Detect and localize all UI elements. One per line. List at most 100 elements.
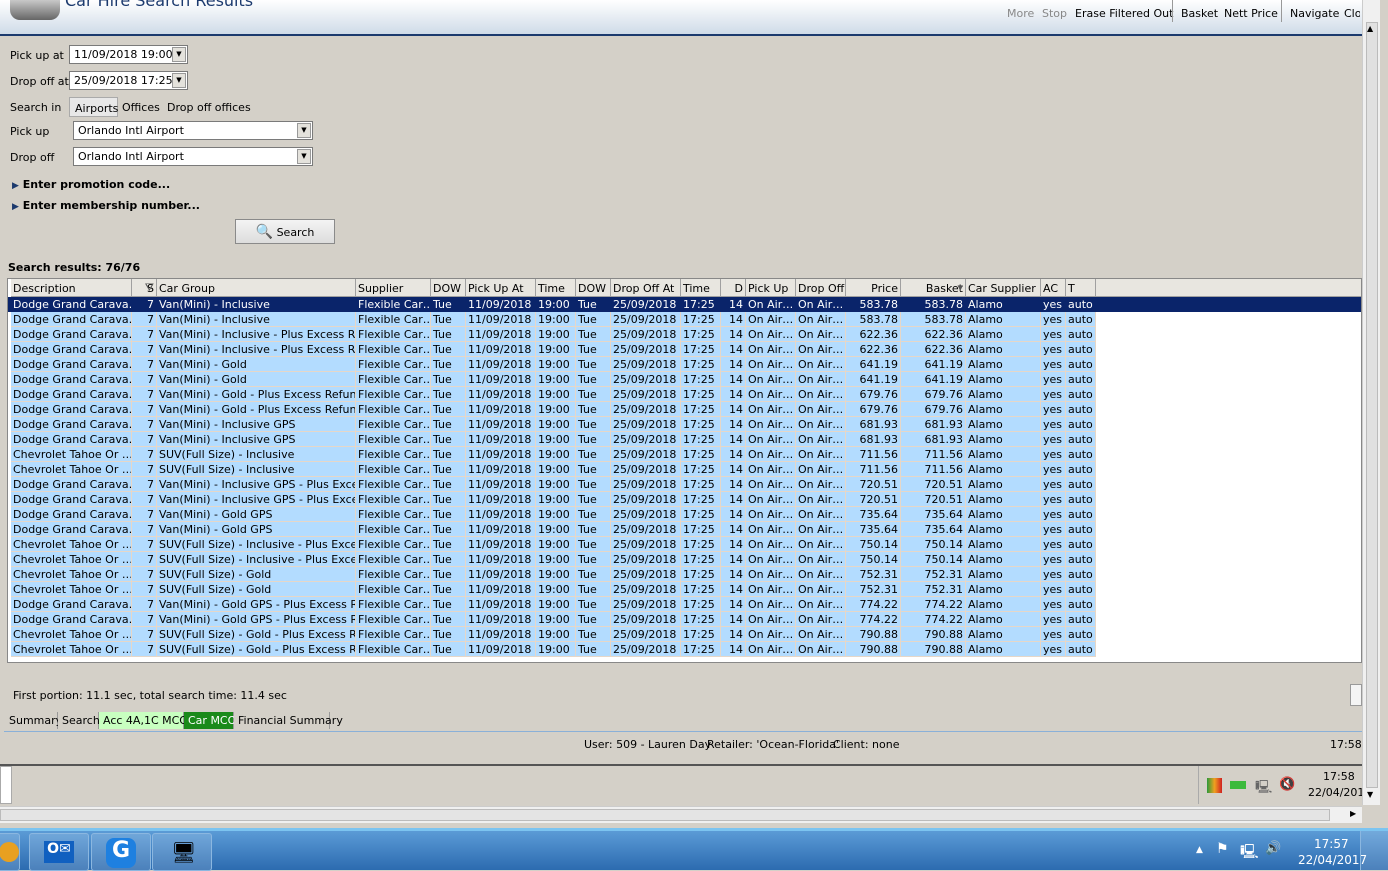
table-row[interactable]: Dodge Grand Carava… 7 Van(Mini) - Gold - P… — [8, 387, 1096, 402]
table-row[interactable]: Chevrolet Tahoe Or … 7 SUV(Full Size) - Go… — [8, 567, 1096, 582]
table-row[interactable]: Dodge Grand Carava… 7 Van(Mini) - Gold Flex… — [8, 372, 1096, 387]
show-hidden-icons[interactable]: ▲ — [1196, 845, 1203, 855]
column-header-ac[interactable]: AC — [1041, 279, 1066, 297]
arrow-up-icon[interactable]: ▲ — [1367, 24, 1373, 33]
table-row[interactable]: Dodge Grand Carava… 7 Van(Mini) - Gold - P… — [8, 402, 1096, 417]
table-row[interactable]: Dodge Grand Carava… 7 Van(Mini) - Gold GPS… — [8, 597, 1096, 612]
column-header-pickup-location[interactable]: Pick Up — [746, 279, 796, 297]
cell-description: Dodge Grand Carava… — [11, 342, 132, 357]
column-header-dropoff-dow[interactable]: DOW — [576, 279, 611, 297]
cell-ac: yes — [1041, 417, 1066, 432]
cell-car-group: Van(Mini) - Gold GPS — [157, 522, 356, 537]
table-row[interactable]: Dodge Grand Carava… 7 Van(Mini) - Inclusiv… — [8, 327, 1096, 342]
show-desktop-button[interactable] — [1360, 831, 1388, 870]
pickup-at-field[interactable]: 11/09/2018 19:00 ▼ — [69, 45, 188, 64]
horizontal-scrollbar[interactable]: ▶ — [0, 806, 1362, 823]
search-button[interactable]: 🔍 Search — [235, 219, 335, 244]
table-row[interactable]: Dodge Grand Carava… 7 Van(Mini) - Inclusiv… — [8, 432, 1096, 447]
taskbar-app[interactable]: G — [91, 833, 151, 871]
chevron-down-icon[interactable]: ▼ — [172, 73, 186, 88]
table-row[interactable]: Chevrolet Tahoe Or … 7 SUV(Full Size) - In… — [8, 552, 1096, 567]
erase-filtered-out-button[interactable]: Erase Filtered Out — [1075, 7, 1173, 20]
column-header-price[interactable]: Price — [846, 279, 901, 297]
table-row[interactable]: Dodge Grand Carava… 7 Van(Mini) - Gold GPS… — [8, 612, 1096, 627]
filter-icon[interactable]: ⛛ — [145, 281, 154, 295]
search-in-dropoff-offices[interactable]: Drop off offices — [167, 101, 251, 114]
stop-button[interactable]: Stop — [1042, 7, 1067, 20]
cell-seats: 7 — [132, 477, 157, 492]
taskbar-chrome[interactable] — [0, 833, 20, 871]
column-header-pickup-date[interactable]: Pick Up At — [466, 279, 536, 297]
table-row[interactable]: Dodge Grand Carava… 7 Van(Mini) - Inclusiv… — [8, 312, 1096, 327]
tab-search[interactable]: Search — [58, 712, 100, 729]
table-row[interactable]: Dodge Grand Carava… 7 Van(Mini) - Inclusiv… — [8, 342, 1096, 357]
navigate-button[interactable]: Navigate — [1290, 7, 1339, 20]
tab-summary[interactable]: Summary — [5, 712, 62, 729]
table-row[interactable]: Chevrolet Tahoe Or … 7 SUV(Full Size) - In… — [8, 462, 1096, 477]
volume-icon[interactable]: 🔊 — [1265, 841, 1281, 856]
table-row[interactable]: Chevrolet Tahoe Or … 7 SUV(Full Size) - In… — [8, 537, 1096, 552]
column-header-basket[interactable]: Basket ▾ — [901, 279, 966, 297]
table-row[interactable]: Dodge Grand Carava… 7 Van(Mini) - Gold GPS… — [8, 507, 1096, 522]
column-header-transmission[interactable]: T — [1066, 279, 1096, 297]
column-header-dropoff-time[interactable]: Time — [681, 279, 721, 297]
cell-car-supplier: Alamo — [966, 327, 1041, 342]
membership-expander[interactable]: ▶ Enter membership number... — [12, 199, 200, 212]
cell-transmission: auto — [1066, 537, 1096, 552]
more-button[interactable]: More — [1007, 7, 1034, 20]
inner-taskbar-button[interactable] — [0, 766, 12, 804]
table-row[interactable]: Dodge Grand Carava… 7 Van(Mini) - Gold Flex… — [8, 357, 1096, 372]
column-header-dropoff-date[interactable]: Drop Off At — [611, 279, 681, 297]
taskbar-date[interactable]: 22/04/2017 — [1298, 853, 1367, 867]
pickup-location-select[interactable]: Orlando Intl Airport ▼ — [73, 121, 313, 140]
table-row[interactable]: Dodge Grand Carava… 7 Van(Mini) - Inclusiv… — [8, 492, 1096, 507]
column-header-pickup-time[interactable]: Time — [536, 279, 576, 297]
panel-button[interactable] — [1350, 684, 1362, 706]
scrollbar-thumb[interactable] — [0, 809, 1330, 821]
cell-supplier: Flexible Car… — [356, 552, 431, 567]
basket-button[interactable]: Basket — [1181, 7, 1218, 20]
table-row[interactable]: Dodge Grand Carava… 7 Van(Mini) - Inclusiv… — [8, 477, 1096, 492]
chevron-down-icon[interactable]: ▼ — [297, 123, 311, 138]
cell-supplier: Flexible Car… — [356, 612, 431, 627]
promo-code-expander[interactable]: ▶ Enter promotion code... — [12, 178, 170, 191]
tab-financial-summary[interactable]: Financial Summary — [234, 712, 343, 729]
table-row[interactable]: Chevrolet Tahoe Or … 7 SUV(Full Size) - Go… — [8, 642, 1096, 657]
taskbar-outlook[interactable]: O✉ — [29, 833, 89, 871]
column-header-supplier[interactable]: Supplier — [356, 279, 431, 297]
close-button[interactable]: Clo — [1344, 7, 1360, 20]
search-in-offices[interactable]: Offices — [122, 101, 160, 114]
sort-desc-icon[interactable]: ▾ — [957, 281, 963, 294]
tab-acc-mco[interactable]: Acc 4A,1C MCO — [99, 712, 188, 729]
nett-price-button[interactable]: Nett Price — [1224, 7, 1278, 20]
status-client: Client: none — [833, 738, 900, 751]
table-row[interactable]: Chevrolet Tahoe Or … 7 SUV(Full Size) - Go… — [8, 627, 1096, 642]
dropoff-location-select[interactable]: Orlando Intl Airport ▼ — [73, 147, 313, 166]
results-grid[interactable]: Description S ⛛ Car Group Supplier DOW Pick Up… — [7, 278, 1362, 663]
chevron-down-icon[interactable]: ▼ — [297, 149, 311, 164]
chevron-down-icon[interactable]: ▼ — [172, 47, 186, 62]
dropoff-at-field[interactable]: 25/09/2018 17:25 ▼ — [69, 71, 188, 90]
column-header-car-supplier[interactable]: Car Supplier — [966, 279, 1041, 297]
table-row[interactable]: Chevrolet Tahoe Or … 7 SUV(Full Size) - Go… — [8, 582, 1096, 597]
taskbar-time[interactable]: 17:57 — [1314, 837, 1349, 851]
column-header-pickup-dow[interactable]: DOW — [431, 279, 466, 297]
action-center-flag-icon[interactable]: ⚑ — [1216, 841, 1229, 857]
tab-car-mco[interactable]: Car MCO — [184, 712, 236, 729]
column-header-days[interactable]: D — [721, 279, 746, 297]
column-header-seats[interactable]: S ⛛ — [132, 279, 157, 297]
column-header-dropoff-location[interactable]: Drop Off — [796, 279, 846, 297]
scrollbar-thumb[interactable] — [1366, 22, 1378, 788]
table-row[interactable]: Dodge Grand Carava… 7 Van(Mini) - Gold GPS… — [8, 522, 1096, 537]
taskbar-remote-desktop[interactable]: 🖥 — [152, 833, 212, 871]
column-header-car-group[interactable]: Car Group — [157, 279, 356, 297]
vertical-scrollbar[interactable]: ▲ ▼ — [1362, 0, 1380, 805]
search-in-airports[interactable]: Airports — [69, 97, 118, 117]
arrow-right-icon[interactable]: ▶ — [1350, 809, 1356, 818]
table-row[interactable]: Dodge Grand Carava… 7 Van(Mini) - Inclusiv… — [8, 297, 1361, 312]
column-header-description[interactable]: Description — [11, 279, 132, 297]
arrow-down-icon[interactable]: ▼ — [1367, 790, 1373, 799]
table-row[interactable]: Dodge Grand Carava… 7 Van(Mini) - Inclusiv… — [8, 417, 1096, 432]
table-row[interactable]: Chevrolet Tahoe Or … 7 SUV(Full Size) - In… — [8, 447, 1096, 462]
network-icon[interactable]: 🖳 — [1240, 841, 1259, 865]
